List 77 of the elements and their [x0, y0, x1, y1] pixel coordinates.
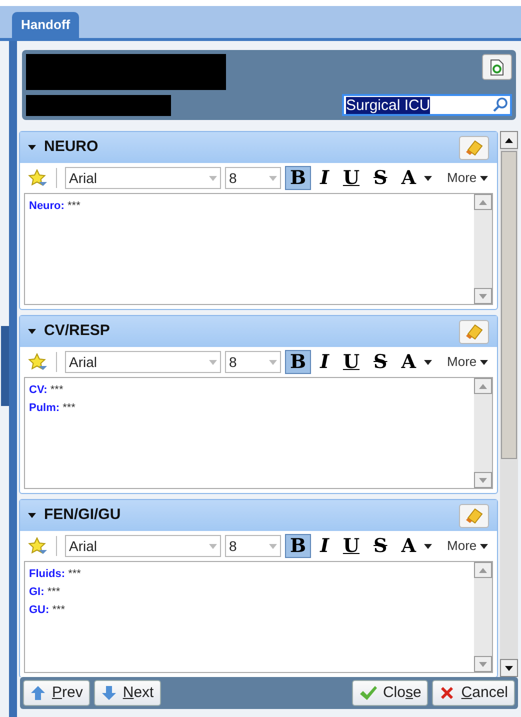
- notes-editor[interactable]: Fluids: *** GI: *** GU: ***: [24, 561, 493, 673]
- underline-button[interactable]: U: [338, 166, 365, 190]
- check-icon: [358, 685, 377, 701]
- underline-button[interactable]: U: [338, 350, 365, 374]
- scroll-up-icon[interactable]: [505, 138, 513, 142]
- bold-button[interactable]: B: [285, 350, 312, 374]
- section-title: FEN/GI/GU: [44, 505, 121, 526]
- notes-editor[interactable]: CV: *** Pulm: ***: [24, 377, 493, 489]
- dropdown-caret-icon: [209, 176, 217, 180]
- collapse-toggle[interactable]: [28, 145, 36, 150]
- next-button[interactable]: Next: [94, 680, 161, 706]
- size-dropdown[interactable]: 8: [225, 167, 281, 189]
- close-button[interactable]: Close: [352, 680, 428, 706]
- down-arrow-icon: [100, 685, 117, 701]
- refresh-document-icon: [490, 58, 504, 76]
- bold-button[interactable]: B: [285, 166, 312, 190]
- caret-icon: [424, 544, 432, 548]
- close-icon: [439, 685, 456, 701]
- strike-button[interactable]: S: [368, 350, 392, 374]
- caret-icon: [424, 360, 432, 364]
- color-button[interactable]: A: [396, 350, 438, 374]
- note-line: CV: ***: [29, 383, 64, 398]
- color-button[interactable]: A: [396, 534, 438, 558]
- collapse-toggle[interactable]: [28, 513, 36, 518]
- font-dropdown[interactable]: Arial: [65, 167, 221, 189]
- strike-button[interactable]: S: [368, 166, 392, 190]
- caret-icon: [480, 544, 488, 548]
- cancel-button[interactable]: Cancel: [432, 680, 515, 706]
- scrollbar[interactable]: [500, 131, 518, 677]
- font-dropdown[interactable]: Arial: [65, 535, 221, 557]
- section-title: NEURO: [44, 137, 98, 158]
- note-line: Fluids: ***: [29, 567, 82, 582]
- strike-button[interactable]: S: [368, 534, 392, 558]
- font-dropdown[interactable]: Arial: [65, 351, 221, 373]
- section-title: CV/RESP: [44, 321, 110, 342]
- prev-button[interactable]: Prev: [23, 680, 90, 706]
- bold-button[interactable]: B: [285, 534, 312, 558]
- dropdown-caret-icon: [269, 544, 277, 548]
- eraser-icon: [465, 508, 483, 524]
- dropdown-caret-icon: [209, 360, 217, 364]
- clear-button[interactable]: [459, 320, 489, 344]
- star-icon[interactable]: [28, 169, 48, 187]
- search-icon: [492, 97, 508, 113]
- caret-icon: [424, 176, 432, 180]
- dropdown-caret-icon: [269, 176, 277, 180]
- up-arrow-icon: [30, 685, 46, 701]
- italic-button[interactable]: I: [315, 534, 334, 558]
- clear-button[interactable]: [459, 504, 489, 528]
- scroll-down-icon[interactable]: [505, 666, 513, 670]
- handoff-tab[interactable]: Handoff: [12, 12, 80, 38]
- notes-editor[interactable]: Neuro: ***: [24, 193, 493, 305]
- eraser-icon: [465, 324, 483, 340]
- clear-button[interactable]: [459, 136, 489, 160]
- eraser-icon: [465, 140, 483, 156]
- dropdown-caret-icon: [269, 360, 277, 364]
- note-line: Neuro: ***: [29, 199, 82, 214]
- note-line: Pulm: ***: [29, 401, 76, 416]
- color-button[interactable]: A: [396, 166, 438, 190]
- note-line: GU: ***: [29, 603, 66, 618]
- more-button[interactable]: More: [447, 352, 488, 372]
- size-dropdown[interactable]: 8: [225, 351, 281, 373]
- caret-icon: [480, 176, 488, 180]
- refresh-button[interactable]: [482, 54, 512, 80]
- star-icon[interactable]: [28, 353, 48, 371]
- note-line: GI: ***: [29, 585, 62, 600]
- star-icon[interactable]: [28, 537, 48, 555]
- caret-icon: [480, 360, 488, 364]
- italic-button[interactable]: I: [315, 166, 334, 190]
- size-dropdown[interactable]: 8: [225, 535, 281, 557]
- more-button[interactable]: More: [447, 536, 488, 556]
- italic-button[interactable]: I: [315, 350, 334, 374]
- more-button[interactable]: More: [447, 168, 488, 188]
- dropdown-caret-icon: [209, 544, 217, 548]
- collapse-toggle[interactable]: [28, 329, 36, 334]
- splitter-handle[interactable]: [1, 326, 9, 406]
- underline-button[interactable]: U: [338, 534, 365, 558]
- unit-search-field[interactable]: Surgical ICU: [342, 94, 512, 116]
